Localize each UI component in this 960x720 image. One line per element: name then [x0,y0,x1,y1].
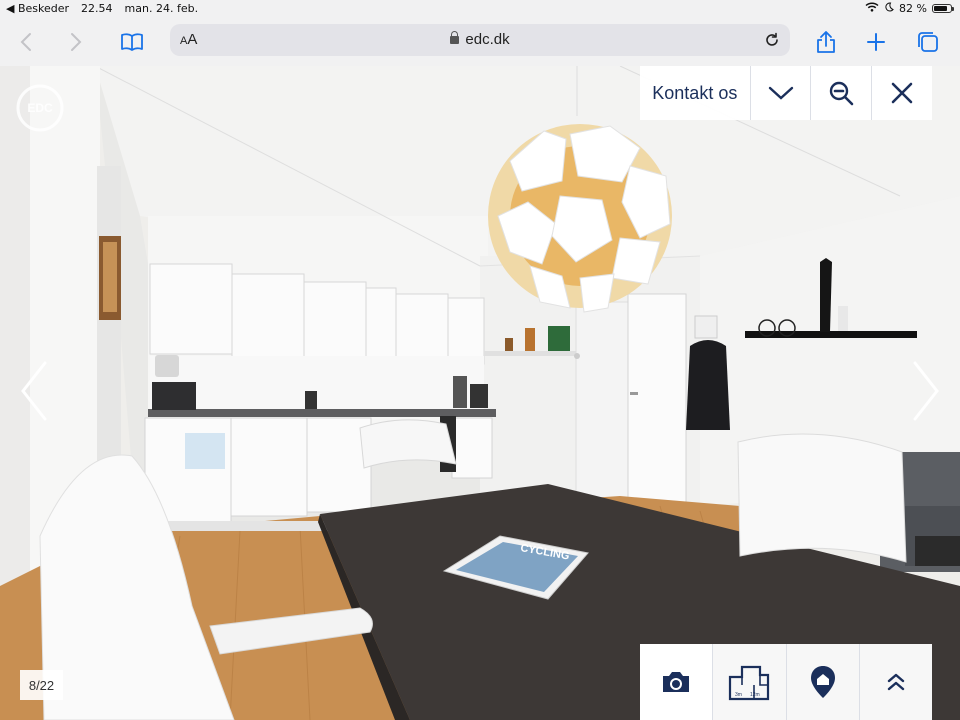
reload-button[interactable] [760,28,784,52]
bookmarks-button[interactable] [118,28,146,56]
reload-icon [766,32,778,46]
floorplan-button[interactable]: 3m 12m [712,644,785,720]
status-time: 22.54 [81,2,113,15]
zoom-out-icon [830,81,854,106]
viewer-control-bar: Kontakt os [640,66,932,120]
svg-text:12m: 12m [750,692,760,698]
property-photo-viewer[interactable]: EDC CYCLING Kontakt os 8/22 3m 12m [0,66,960,720]
share-button[interactable] [812,28,840,56]
previous-photo-button[interactable] [14,356,54,426]
close-icon [891,82,913,104]
chevron-left-icon [21,361,47,421]
zoom-out-button[interactable] [810,66,871,120]
forward-button[interactable] [62,28,90,56]
url-text: edc.dk [465,31,510,48]
tabs-icon [918,32,938,52]
edc-logo-text: EDC [27,101,53,115]
tabs-button[interactable] [914,28,942,56]
room-photo: EDC CYCLING [0,66,960,720]
url-display[interactable]: edc.dk [170,31,790,48]
chevron-left-icon [20,33,31,51]
contact-button[interactable]: Kontakt os [640,66,750,120]
plus-icon [867,33,885,51]
back-button[interactable] [12,28,40,56]
floorplan-icon: 3m 12m [729,665,770,701]
battery-level-fill [934,6,948,11]
browser-toolbar: AAAA edc.dk [0,18,960,67]
moon-icon [884,2,894,15]
contact-label: Kontakt os [652,82,738,103]
share-icon [817,31,835,53]
new-tab-button[interactable] [862,28,890,56]
scroll-up-button[interactable] [858,644,932,720]
chevron-right-icon [913,361,939,421]
double-chevron-up-icon [887,673,905,691]
camera-icon [663,672,690,692]
battery-percent: 82 % [899,2,927,15]
photos-button[interactable] [640,644,713,720]
chevron-right-icon [71,33,82,51]
lock-icon [450,31,460,44]
book-icon [121,33,143,51]
status-bar: ◀ Beskeder 22.54 man. 24. feb. 82 % [0,0,960,18]
viewer-bottom-bar: 3m 12m [640,644,932,720]
next-photo-button[interactable] [906,356,946,426]
back-to-app-link[interactable]: ◀ Beskeder [6,2,69,15]
svg-text:3m: 3m [735,692,742,698]
wifi-icon [865,2,879,15]
battery-icon [932,4,954,13]
location-button[interactable] [785,644,859,720]
collapse-button[interactable] [749,66,811,120]
location-pin-icon [810,666,835,698]
status-date: man. 24. feb. [124,2,199,15]
photo-counter: 8/22 [20,670,63,700]
address-bar[interactable]: AAAA edc.dk [170,24,790,56]
chevron-down-icon [768,86,793,100]
close-button[interactable] [871,66,932,120]
